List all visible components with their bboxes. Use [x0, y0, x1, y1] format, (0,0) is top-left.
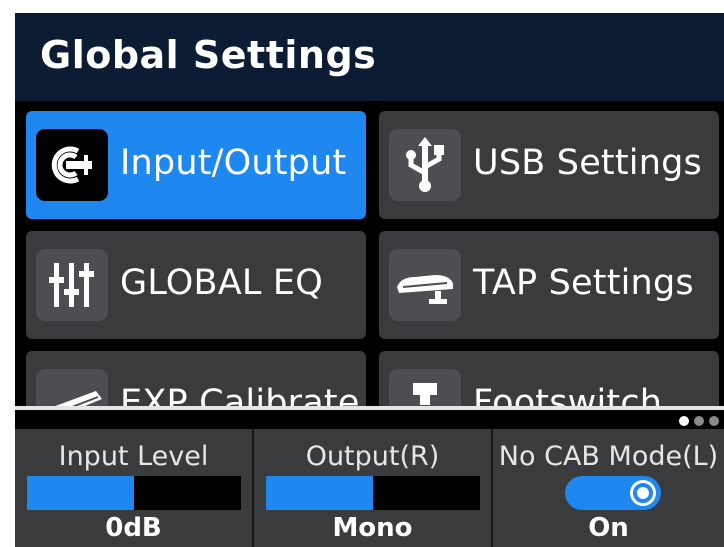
page-dot-3[interactable] — [709, 416, 719, 426]
input-level-fill — [27, 476, 134, 510]
input-level-value: 0dB — [105, 513, 162, 543]
output-value: Mono — [332, 513, 413, 543]
tile-footswitch[interactable]: Footswitch — [379, 351, 719, 406]
output-meter[interactable] — [266, 476, 480, 510]
input-level-control[interactable]: Input Level 0dB — [15, 429, 252, 547]
output-fill — [266, 476, 373, 510]
tile-label: EXP Calibrate — [120, 383, 360, 406]
input-level-label: Input Level — [58, 441, 209, 472]
tap-pedal-icon — [389, 249, 461, 321]
input-level-meter[interactable] — [27, 476, 241, 510]
header-bar: Global Settings — [15, 13, 724, 101]
tile-exp-calibrate[interactable]: EXP Calibrate — [26, 351, 366, 406]
page-indicator — [15, 410, 724, 428]
footswitch-icon — [389, 369, 461, 406]
no-cab-mode-control[interactable]: No CAB Mode(L) On — [493, 429, 724, 547]
page-dot-1[interactable] — [679, 416, 689, 426]
tile-input-output[interactable]: Input/Output — [26, 111, 366, 219]
device-screen: Global Settings Input/Output USB Setting… — [15, 13, 724, 547]
tile-label: Footswitch — [473, 383, 663, 406]
usb-icon — [389, 129, 461, 201]
output-control[interactable]: Output(R) Mono — [254, 429, 491, 547]
page-title: Global Settings — [40, 33, 377, 77]
tile-label: TAP Settings — [473, 263, 694, 303]
no-cab-mode-value: On — [588, 513, 629, 543]
settings-grid: Input/Output USB Settings GLOBAL EQ TAP … — [15, 101, 724, 406]
no-cab-mode-label: No CAB Mode(L) — [498, 441, 719, 472]
page-dot-2[interactable] — [694, 416, 704, 426]
input-output-icon — [36, 129, 108, 201]
tile-label: USB Settings — [473, 143, 702, 183]
no-cab-mode-toggle[interactable] — [565, 476, 661, 510]
tile-usb-settings[interactable]: USB Settings — [379, 111, 719, 219]
footer-controls: Input Level 0dB Output(R) Mono No CAB Mo… — [15, 429, 724, 547]
expression-pedal-icon — [36, 369, 108, 406]
tile-global-eq[interactable]: GLOBAL EQ — [26, 231, 366, 339]
output-label: Output(R) — [305, 441, 440, 472]
tile-tap-settings[interactable]: TAP Settings — [379, 231, 719, 339]
tile-label: GLOBAL EQ — [120, 263, 323, 303]
toggle-knob — [633, 483, 653, 503]
tile-label: Input/Output — [120, 143, 347, 183]
eq-sliders-icon — [36, 249, 108, 321]
